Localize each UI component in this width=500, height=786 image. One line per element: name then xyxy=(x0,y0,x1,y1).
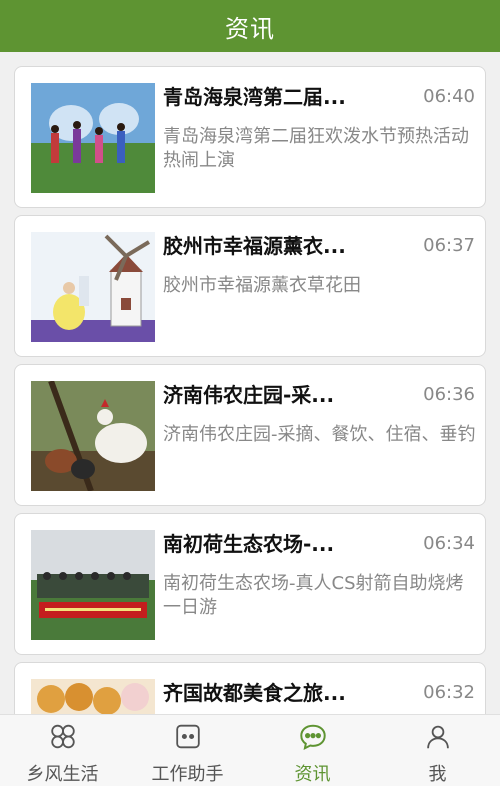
news-title: 青岛海泉湾第二届... xyxy=(163,85,346,109)
page-title: 资讯 xyxy=(225,14,275,43)
tab-label: 资讯 xyxy=(294,764,331,785)
news-title: 南初荷生态农场-... xyxy=(163,532,335,556)
news-time: 06:32 xyxy=(423,682,475,703)
news-title: 济南伟农庄园-采... xyxy=(163,383,335,407)
person-icon xyxy=(426,725,449,749)
news-thumbnail xyxy=(31,530,155,640)
news-time: 06:37 xyxy=(423,235,475,256)
news-description: 济南伟农庄园-采摘、餐饮、住宿、垂钓 xyxy=(163,424,476,445)
news-thumbnail xyxy=(31,232,155,342)
news-thumbnail xyxy=(31,83,155,193)
tab-news[interactable]: 资讯 xyxy=(250,715,375,786)
news-card[interactable]: 济南伟农庄园-采... 06:36 济南伟农庄园-采摘、餐饮、住宿、垂钓 xyxy=(14,364,486,506)
app-header: 资讯 xyxy=(0,0,500,52)
tab-me[interactable]: 我 xyxy=(375,715,500,786)
news-time: 06:40 xyxy=(423,86,475,107)
news-card[interactable]: 齐国故都美食之旅... 06:32 xyxy=(14,662,486,714)
briefcase-icon xyxy=(175,724,200,749)
news-description: 南初荷生态农场-真人CS射箭自助烧烤一日游 xyxy=(163,573,464,618)
news-time: 06:34 xyxy=(423,533,475,554)
bottom-tab-bar: 乡风生活 工作助手 资讯 我 xyxy=(0,714,500,786)
news-card[interactable]: 南初荷生态农场-... 06:34 南初荷生态农场-真人CS射箭自助烧烤一日游 xyxy=(14,513,486,655)
chat-bubble-icon xyxy=(299,724,326,750)
news-card[interactable]: 青岛海泉湾第二届... 06:40 青岛海泉湾第二届狂欢泼水节预热活动热闹上演 xyxy=(14,66,486,208)
news-description: 胶州市幸福源薰衣草花田 xyxy=(163,275,361,296)
news-time: 06:36 xyxy=(423,384,475,405)
news-thumbnail xyxy=(31,381,155,491)
grid-icon xyxy=(50,724,75,749)
tab-work-assistant[interactable]: 工作助手 xyxy=(125,715,250,786)
news-title: 齐国故都美食之旅... xyxy=(163,681,346,705)
tab-rural-life[interactable]: 乡风生活 xyxy=(0,715,125,786)
news-title: 胶州市幸福源薰衣... xyxy=(163,234,346,258)
tab-label: 工作助手 xyxy=(151,764,224,785)
news-description: 青岛海泉湾第二届狂欢泼水节预热活动热闹上演 xyxy=(163,126,469,171)
news-thumbnail xyxy=(31,679,155,714)
news-list[interactable]: 青岛海泉湾第二届... 06:40 青岛海泉湾第二届狂欢泼水节预热活动热闹上演 … xyxy=(0,52,500,714)
tab-label: 我 xyxy=(428,764,447,785)
news-card[interactable]: 胶州市幸福源薰衣... 06:37 胶州市幸福源薰衣草花田 xyxy=(14,215,486,357)
tab-label: 乡风生活 xyxy=(26,764,99,785)
